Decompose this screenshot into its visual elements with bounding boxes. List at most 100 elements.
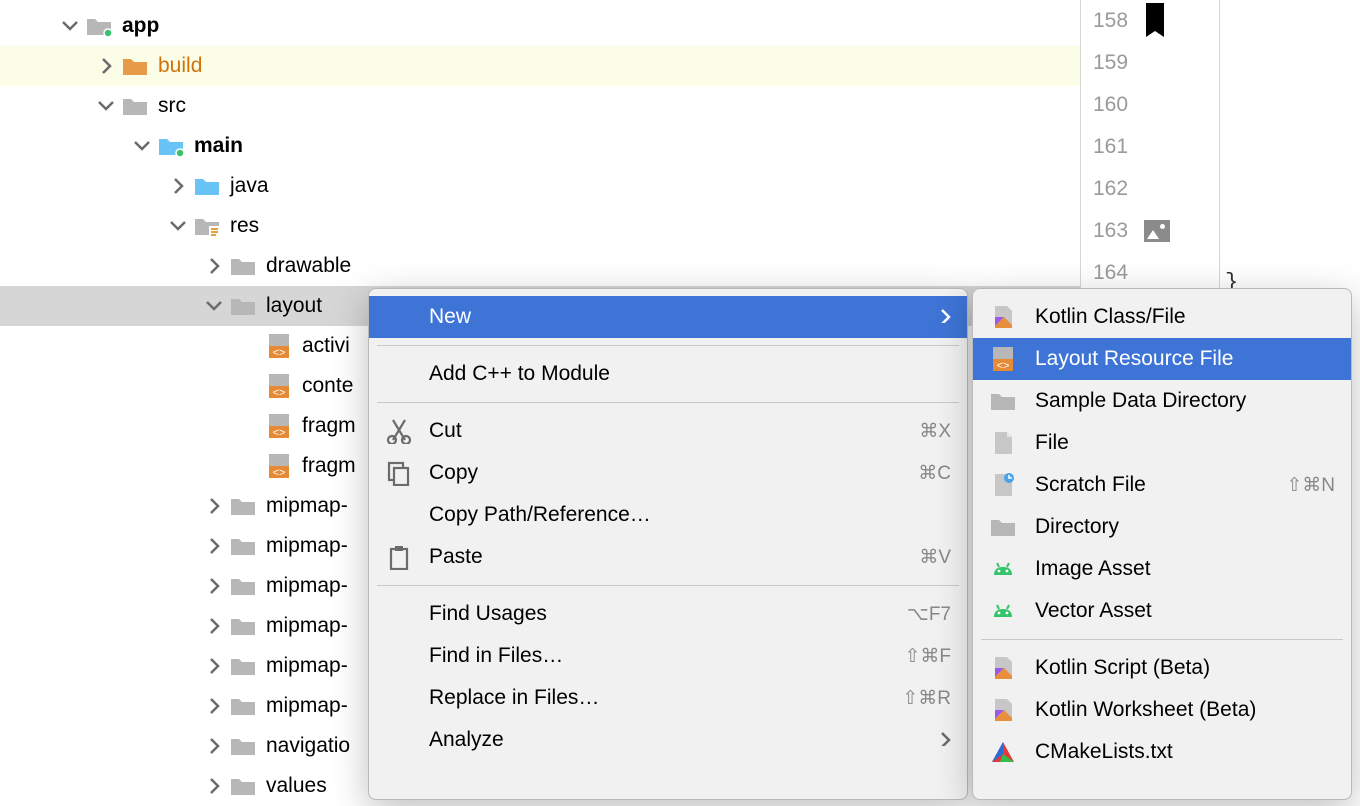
menu-item-kotlin-class[interactable]: Kotlin Class/File <box>973 296 1351 338</box>
tree-item-java[interactable]: java <box>0 166 1080 206</box>
tree-item-src[interactable]: src <box>0 86 1080 126</box>
tree-label: java <box>230 174 269 198</box>
bookmark-icon <box>1146 3 1164 31</box>
tree-label: layout <box>266 294 322 318</box>
folder-icon <box>122 95 148 117</box>
tree-label: navigatio <box>266 734 350 758</box>
cmake-icon <box>989 740 1017 764</box>
xml-file-icon <box>266 333 292 359</box>
menu-item-copy-path[interactable]: Copy Path/Reference… <box>369 494 967 536</box>
shortcut: ⇧⌘R <box>902 687 951 710</box>
xml-file-icon <box>266 373 292 399</box>
menu-item-copy[interactable]: Copy ⌘C <box>369 452 967 494</box>
resource-folder-icon <box>194 215 220 237</box>
new-submenu[interactable]: Kotlin Class/File Layout Resource File S… <box>972 288 1352 800</box>
chevron-right-icon <box>206 618 222 634</box>
folder-icon <box>230 295 256 317</box>
menu-item-find-in-files[interactable]: Find in Files… ⇧⌘F <box>369 635 967 677</box>
menu-item-replace-in-files[interactable]: Replace in Files… ⇧⌘R <box>369 677 967 719</box>
menu-item-find-usages[interactable]: Find Usages ⌥F7 <box>369 593 967 635</box>
chevron-right-icon <box>937 305 951 329</box>
tree-label: mipmap- <box>266 574 348 598</box>
tree-label: mipmap- <box>266 534 348 558</box>
line-number[interactable]: 159 <box>1081 42 1219 84</box>
folder-icon <box>230 575 256 597</box>
menu-separator <box>981 639 1343 640</box>
kotlin-file-icon <box>989 697 1017 723</box>
shortcut: ⌘X <box>919 420 951 443</box>
tree-item-build[interactable]: build <box>0 46 1080 86</box>
chevron-right-icon <box>206 258 222 274</box>
tree-item-main[interactable]: main <box>0 126 1080 166</box>
menu-item-paste[interactable]: Paste ⌘V <box>369 536 967 578</box>
folder-icon <box>230 735 256 757</box>
source-folder-icon <box>158 135 184 157</box>
menu-item-file[interactable]: File <box>973 422 1351 464</box>
paste-icon <box>385 544 413 570</box>
folder-icon <box>230 255 256 277</box>
tree-item-drawable[interactable]: drawable <box>0 246 1080 286</box>
image-gutter-icon[interactable] <box>1144 220 1170 242</box>
line-number[interactable]: 158 <box>1081 0 1219 42</box>
menu-item-sample-data[interactable]: Sample Data Directory <box>973 380 1351 422</box>
tree-label: build <box>158 54 202 78</box>
android-icon <box>989 559 1017 579</box>
tree-label: mipmap- <box>266 654 348 678</box>
kotlin-file-icon <box>989 655 1017 681</box>
menu-item-cut[interactable]: Cut ⌘X <box>369 410 967 452</box>
folder-icon <box>989 390 1017 412</box>
tree-label: mipmap- <box>266 494 348 518</box>
shortcut: ⇧⌘N <box>1286 474 1335 497</box>
shortcut: ⌥F7 <box>907 603 951 626</box>
tree-item-res[interactable]: res <box>0 206 1080 246</box>
menu-item-directory[interactable]: Directory <box>973 506 1351 548</box>
chevron-right-icon <box>206 658 222 674</box>
chevron-right-icon <box>206 498 222 514</box>
folder-icon <box>989 516 1017 538</box>
menu-item-image-asset[interactable]: Image Asset <box>973 548 1351 590</box>
tree-label: mipmap- <box>266 694 348 718</box>
chevron-down-icon <box>98 98 114 114</box>
menu-item-layout-resource[interactable]: Layout Resource File <box>973 338 1351 380</box>
menu-separator <box>377 402 959 403</box>
tree-label: mipmap- <box>266 614 348 638</box>
source-folder-icon <box>194 175 220 197</box>
cut-icon <box>385 418 413 444</box>
tree-label: app <box>122 14 159 38</box>
tree-label: conte <box>302 374 353 398</box>
line-number[interactable]: 161 <box>1081 126 1219 168</box>
folder-icon <box>230 775 256 797</box>
line-number[interactable]: 163 <box>1081 210 1219 252</box>
menu-item-add-cpp[interactable]: Add C++ to Module <box>369 353 967 395</box>
chevron-down-icon <box>134 138 150 154</box>
tree-item-app[interactable]: app <box>0 6 1080 46</box>
menu-item-cmakelists[interactable]: CMakeLists.txt <box>973 731 1351 773</box>
kotlin-file-icon <box>989 304 1017 330</box>
tree-label: activi <box>302 334 350 358</box>
menu-item-kotlin-worksheet[interactable]: Kotlin Worksheet (Beta) <box>973 689 1351 731</box>
chevron-right-icon <box>206 778 222 794</box>
line-number[interactable]: 162 <box>1081 168 1219 210</box>
chevron-right-icon <box>206 578 222 594</box>
line-number[interactable]: 160 <box>1081 84 1219 126</box>
folder-icon <box>230 655 256 677</box>
menu-item-scratch[interactable]: Scratch File ⇧⌘N <box>973 464 1351 506</box>
menu-item-vector-asset[interactable]: Vector Asset <box>973 590 1351 632</box>
menu-item-kotlin-script[interactable]: Kotlin Script (Beta) <box>973 647 1351 689</box>
shortcut: ⌘C <box>918 462 951 485</box>
file-icon <box>989 430 1017 456</box>
shortcut: ⇧⌘F <box>904 645 951 668</box>
menu-item-new[interactable]: New <box>369 296 967 338</box>
tree-label: fragm <box>302 454 356 478</box>
tree-label: values <box>266 774 327 798</box>
scratch-file-icon <box>989 472 1017 498</box>
chevron-down-icon <box>206 298 222 314</box>
menu-item-analyze[interactable]: Analyze <box>369 719 967 761</box>
tree-label: src <box>158 94 186 118</box>
xml-file-icon <box>989 346 1017 372</box>
folder-icon <box>230 495 256 517</box>
chevron-right-icon <box>206 738 222 754</box>
folder-icon <box>230 535 256 557</box>
tree-label: drawable <box>266 254 351 278</box>
context-menu[interactable]: New Add C++ to Module Cut ⌘X Copy ⌘C Cop… <box>368 288 968 800</box>
